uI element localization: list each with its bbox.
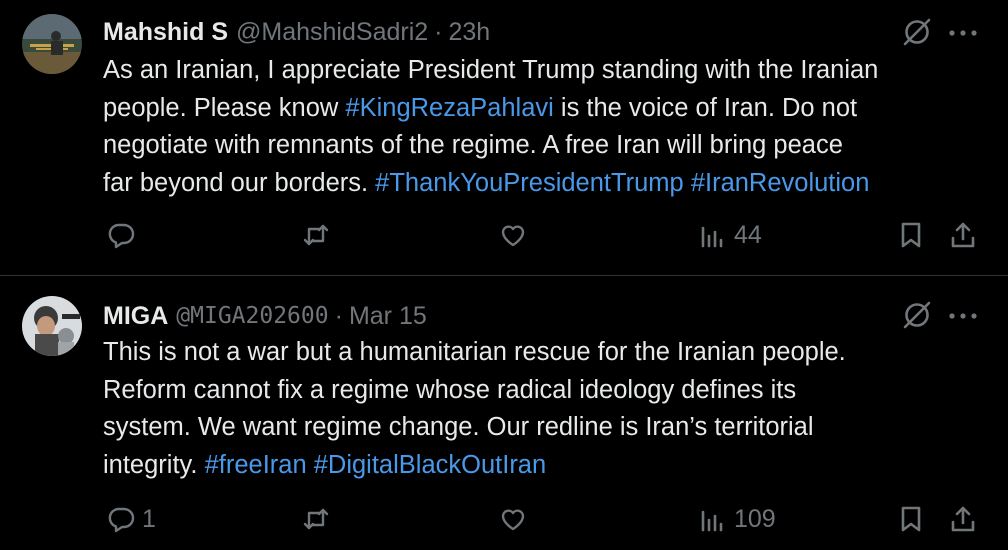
tweet-header: MIGA @MIGA202600 · Mar 15 bbox=[103, 296, 427, 336]
timestamp[interactable]: Mar 15 bbox=[349, 302, 427, 331]
reply-icon bbox=[108, 223, 135, 249]
tweet-text-line: As an Iranian, I appreciate President Tr… bbox=[103, 52, 993, 90]
timestamp[interactable]: 23h bbox=[448, 18, 490, 47]
more-icon[interactable] bbox=[946, 26, 980, 38]
text-segment: is the voice of Iran. Do not bbox=[553, 93, 858, 122]
avatar[interactable] bbox=[22, 296, 82, 356]
share-button[interactable] bbox=[948, 504, 978, 534]
grok-icon[interactable] bbox=[900, 298, 934, 332]
retweet-button[interactable] bbox=[301, 504, 331, 534]
tweet-text-line: This is not a war but a humanitarian res… bbox=[103, 334, 993, 372]
views-count: 44 bbox=[734, 220, 762, 249]
grok-icon[interactable] bbox=[900, 15, 934, 49]
tweet-text-line: integrity. #freeIran #DigitalBlackOutIra… bbox=[103, 447, 993, 485]
like-button[interactable] bbox=[498, 504, 528, 534]
tweet[interactable]: Mahshid S @MahshidSadri2 · 23h As an Ira… bbox=[0, 0, 1008, 275]
text-segment: Reform cannot fix a regime whose radical… bbox=[103, 375, 797, 404]
tweet[interactable]: MIGA @MIGA202600 · Mar 15 This is not a … bbox=[0, 276, 1008, 550]
text-segment: negotiate with remnants of the regime. A… bbox=[103, 131, 843, 159]
retweet-icon bbox=[303, 508, 329, 530]
text-segment: people. Please know bbox=[103, 93, 346, 122]
text-segment: This is not a war but a humanitarian res… bbox=[103, 338, 846, 366]
tweet-text: This is not a war but a humanitarian res… bbox=[103, 334, 993, 484]
text-segment bbox=[684, 169, 691, 197]
reply-button[interactable] bbox=[106, 220, 142, 250]
views-icon bbox=[701, 226, 723, 248]
timeline-feed: Mahshid S @MahshidSadri2 · 23h As an Ira… bbox=[0, 0, 1008, 550]
share-icon bbox=[951, 506, 975, 532]
more-icon[interactable] bbox=[946, 309, 980, 321]
bookmark-button[interactable] bbox=[896, 220, 926, 250]
tweet-text-line: Reform cannot fix a regime whose radical… bbox=[103, 372, 993, 410]
like-icon bbox=[501, 225, 525, 247]
text-segment: far beyond our borders. bbox=[103, 168, 376, 197]
hashtag-link[interactable]: #IranRevolution bbox=[691, 169, 870, 197]
bookmark-button[interactable] bbox=[896, 504, 926, 534]
author-name[interactable]: Mahshid S bbox=[103, 18, 228, 47]
views-icon bbox=[701, 510, 723, 532]
hashtag-link[interactable]: #freeIran bbox=[205, 451, 307, 479]
like-icon bbox=[501, 509, 525, 531]
bookmark-icon bbox=[901, 506, 921, 532]
separator-dot: · bbox=[334, 301, 343, 330]
hashtag-link[interactable]: #KingRezaPahlavi bbox=[345, 94, 553, 122]
bookmark-icon bbox=[901, 222, 921, 248]
hashtag-link[interactable]: #ThankYouPresidentTrump bbox=[375, 169, 684, 197]
author-handle[interactable]: @MIGA202600 bbox=[176, 303, 328, 329]
avatar[interactable] bbox=[22, 14, 82, 74]
text-segment bbox=[307, 451, 314, 479]
reply-icon bbox=[108, 507, 135, 533]
text-segment: As an Iranian, I appreciate President Tr… bbox=[103, 56, 879, 84]
action-bar: 1 109 bbox=[0, 500, 1008, 540]
hashtag-link[interactable]: #DigitalBlackOutIran bbox=[314, 451, 546, 479]
text-segment: system. We want regime change. Our redli… bbox=[103, 413, 814, 441]
retweet-button[interactable] bbox=[301, 220, 331, 250]
reply-button[interactable]: 1 bbox=[106, 504, 156, 534]
views-button[interactable]: 44 bbox=[698, 220, 762, 250]
like-button[interactable] bbox=[498, 220, 528, 250]
separator-dot: · bbox=[434, 17, 443, 46]
author-handle[interactable]: @MahshidSadri2 bbox=[236, 18, 428, 47]
tweet-header: Mahshid S @MahshidSadri2 · 23h bbox=[103, 12, 490, 52]
action-bar: 44 bbox=[0, 216, 1008, 256]
share-icon bbox=[951, 222, 975, 248]
views-button[interactable]: 109 bbox=[698, 504, 776, 534]
tweet-text-line: people. Please know #KingRezaPahlavi is … bbox=[103, 90, 993, 128]
tweet-text: As an Iranian, I appreciate President Tr… bbox=[103, 52, 993, 202]
tweet-text-line: system. We want regime change. Our redli… bbox=[103, 409, 993, 447]
views-count: 109 bbox=[734, 504, 776, 533]
author-name[interactable]: MIGA bbox=[103, 302, 168, 331]
reply-count: 1 bbox=[142, 504, 156, 533]
tweet-text-line: negotiate with remnants of the regime. A… bbox=[103, 127, 993, 165]
tweet-text-line: far beyond our borders. #ThankYouPreside… bbox=[103, 165, 993, 203]
text-segment: integrity. bbox=[103, 450, 205, 479]
retweet-icon bbox=[303, 224, 329, 246]
share-button[interactable] bbox=[948, 220, 978, 250]
